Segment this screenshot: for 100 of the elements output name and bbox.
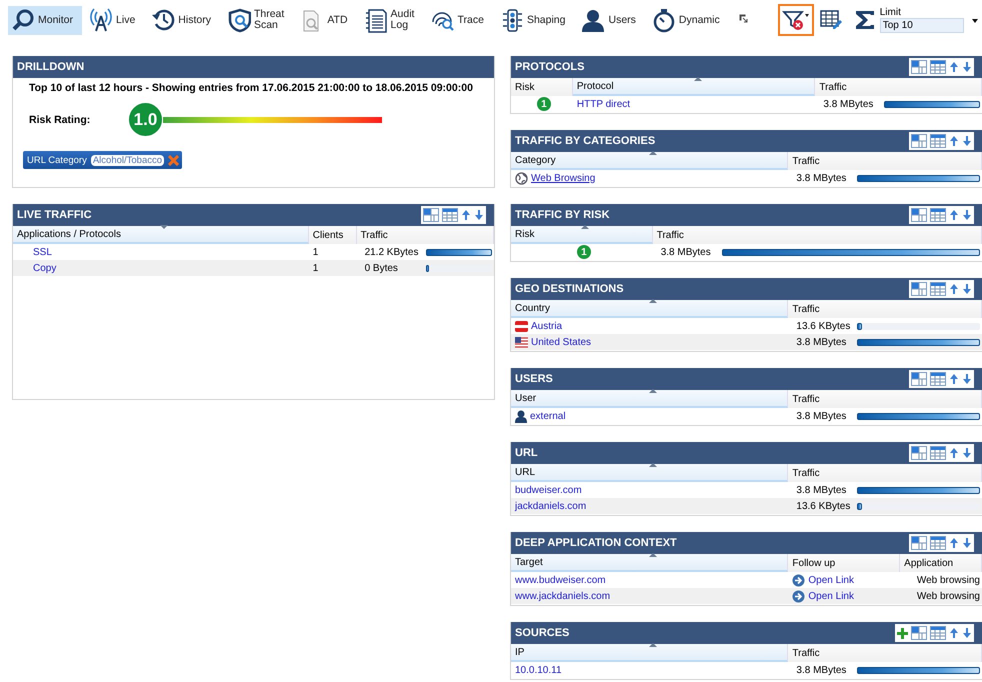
column-header[interactable]: Category (511, 152, 788, 170)
layout-icon[interactable] (911, 208, 927, 222)
move-up-icon[interactable] (949, 61, 959, 73)
link[interactable]: external (530, 410, 566, 422)
expand-icon[interactable] (738, 14, 748, 23)
table-icon[interactable] (930, 446, 946, 460)
layout-icon[interactable] (911, 446, 927, 460)
link[interactable]: Open Link (808, 574, 854, 586)
link[interactable]: budweiser.com (515, 484, 582, 496)
toolbar-button[interactable]: History (148, 6, 220, 34)
move-up-icon[interactable] (949, 627, 959, 639)
column-header[interactable]: Traffic (788, 390, 982, 408)
move-up-icon[interactable] (949, 135, 959, 147)
filter-value: Alcohol/Tobacco (90, 154, 164, 166)
layout-icon[interactable] (911, 134, 927, 148)
toolbar-button[interactable]: Dynamic (648, 6, 729, 34)
layout-icon[interactable] (911, 372, 927, 386)
column-header[interactable]: URL (511, 464, 788, 482)
link[interactable]: www.budweiser.com (515, 574, 606, 586)
column-header[interactable]: Application (900, 554, 982, 572)
toolbar-button[interactable]: Shaping (496, 6, 574, 34)
move-up-icon[interactable] (949, 209, 959, 221)
move-up-icon[interactable] (949, 447, 959, 459)
link[interactable]: Web Browsing (531, 172, 596, 184)
move-down-icon[interactable] (962, 627, 972, 639)
link[interactable]: SSL (17, 246, 52, 258)
link[interactable]: jackdaniels.com (515, 500, 586, 512)
table-icon[interactable] (930, 134, 946, 148)
table-cell-text: 3.8 MBytes (822, 98, 874, 110)
move-down-icon[interactable] (962, 537, 972, 549)
layout-icon[interactable] (911, 60, 927, 74)
move-down-icon[interactable] (962, 61, 972, 73)
link[interactable]: 10.0.10.11 (515, 664, 562, 676)
table-icon[interactable] (930, 626, 946, 640)
table-icon[interactable] (930, 60, 946, 74)
column-header[interactable]: IP (511, 644, 788, 662)
toolbar-button[interactable]: Audit Log (360, 6, 424, 34)
column-header[interactable]: Follow up (788, 554, 900, 572)
panel-title: PROTOCOLS (514, 61, 584, 73)
column-header[interactable]: Traffic (788, 644, 982, 662)
link[interactable]: United States (531, 336, 592, 348)
column-header[interactable]: Traffic (788, 300, 982, 318)
toolbar-button[interactable]: Threat Scan (224, 6, 294, 34)
stopwatch-icon (652, 8, 676, 32)
table-icon[interactable] (930, 208, 946, 222)
move-down-icon[interactable] (962, 135, 972, 147)
link[interactable]: www.jackdaniels.com (515, 590, 610, 602)
toolbar-button[interactable]: Trace (427, 6, 493, 34)
table-cell-text: 3.8 MBytes (795, 484, 848, 496)
move-up-icon[interactable] (949, 283, 959, 295)
table-edit-icon[interactable] (820, 8, 842, 28)
table-icon[interactable] (442, 208, 458, 222)
limit-field[interactable]: Top 10 (880, 18, 964, 33)
layout-icon[interactable] (911, 282, 927, 296)
layout-icon[interactable] (911, 626, 927, 640)
column-header[interactable]: Protocol (572, 78, 816, 96)
column-header[interactable]: User (511, 390, 788, 408)
column-header[interactable]: Target (511, 554, 788, 572)
panel-title: TRAFFIC BY CATEGORIES (514, 135, 656, 147)
add-icon[interactable] (897, 628, 908, 638)
column-header[interactable]: Clients (308, 226, 357, 244)
dropdown-icon[interactable] (972, 18, 978, 22)
link[interactable]: Open Link (808, 590, 854, 602)
column-header[interactable]: Risk (511, 78, 573, 96)
link[interactable]: Austria (531, 320, 562, 332)
move-up-icon[interactable] (461, 209, 471, 221)
toolbar-button[interactable]: ATD (297, 6, 357, 34)
column-header[interactable]: Traffic (788, 464, 982, 482)
toolbar-button[interactable]: Live (86, 6, 144, 34)
link[interactable]: Copy (17, 262, 56, 274)
toolbar-button[interactable]: Users (578, 6, 645, 34)
move-down-icon[interactable] (474, 209, 484, 221)
move-up-icon[interactable] (949, 373, 959, 385)
move-down-icon[interactable] (962, 447, 972, 459)
table-cell-text: 21.2 KBytes (364, 246, 420, 258)
remove-icon[interactable] (168, 154, 180, 166)
column-header[interactable]: Traffic (815, 78, 982, 96)
move-down-icon[interactable] (962, 283, 972, 295)
move-up-icon[interactable] (949, 537, 959, 549)
table-icon[interactable] (930, 372, 946, 386)
toolbar-button[interactable]: Monitor (8, 6, 82, 34)
move-down-icon[interactable] (962, 209, 972, 221)
filter-button[interactable] (778, 4, 814, 36)
column-header[interactable]: Traffic (652, 226, 982, 244)
move-down-icon[interactable] (962, 373, 972, 385)
table-icon[interactable] (930, 536, 946, 550)
panel-title: DRILLDOWN (16, 61, 84, 73)
layout-icon[interactable] (911, 536, 927, 550)
table-icon[interactable] (930, 282, 946, 296)
column-header[interactable]: Traffic (356, 226, 494, 244)
column-header[interactable]: Applications / Protocols (13, 226, 309, 244)
table-cell-text: 3.8 MBytes (795, 172, 848, 184)
link[interactable]: HTTP direct (576, 98, 630, 110)
column-header[interactable]: Risk (511, 226, 653, 244)
column-header[interactable]: Traffic (788, 152, 982, 170)
table-cell: Web browsing (916, 590, 980, 602)
layout-icon[interactable] (423, 208, 439, 222)
column-header[interactable]: Country (511, 300, 788, 318)
arrow-right-icon (792, 574, 806, 586)
panel-title: LIVE TRAFFIC (16, 209, 92, 221)
